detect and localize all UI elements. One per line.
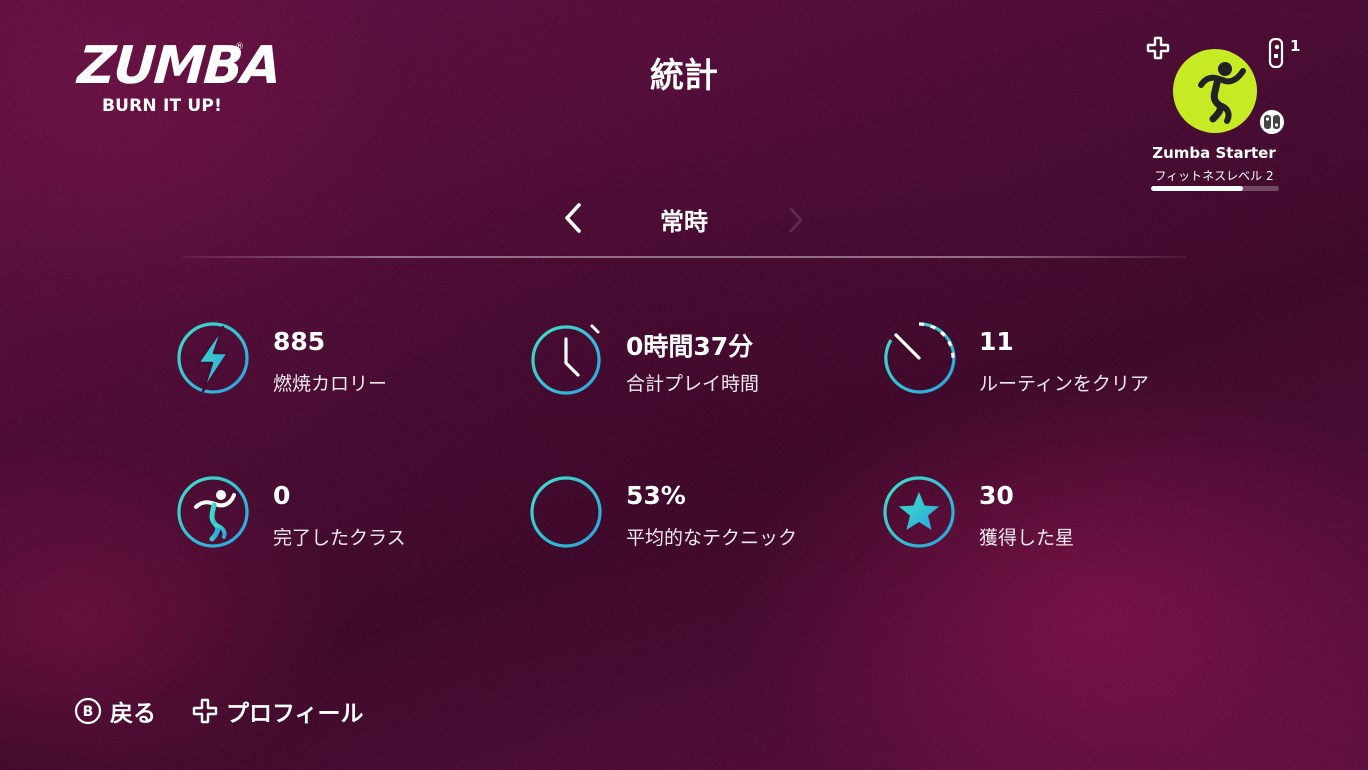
period-label: 常時 <box>660 208 708 236</box>
back-label: 戻る <box>110 701 156 727</box>
profile-name: Zumba Starter <box>1152 144 1276 162</box>
fitness-level: フィットネスレベル 2 <box>1154 169 1274 183</box>
chevron-right-icon[interactable] <box>786 206 806 234</box>
dancer-avatar-icon <box>1198 62 1246 124</box>
level-progress-bar <box>1151 186 1279 191</box>
star-icon <box>883 476 955 548</box>
timer-icon <box>884 322 956 394</box>
stat-label: ルーティンをクリア <box>979 373 1149 395</box>
level-progress-fill <box>1151 186 1244 191</box>
stat-value: 0時間37分 <box>626 332 754 361</box>
stat-label: 完了したクラス <box>273 527 406 549</box>
avatar[interactable] <box>1173 49 1257 133</box>
divider <box>182 256 1186 258</box>
stat-routines-cleared: 11 ルーティンをクリア <box>882 321 1212 401</box>
stat-stars-earned: 30 獲得した星 <box>882 475 1212 555</box>
stat-value: 53% <box>626 481 686 510</box>
stat-label: 平均的なテクニック <box>626 527 798 549</box>
bar-chart-icon <box>530 476 602 548</box>
profile-button[interactable]: プロフィール <box>192 694 364 728</box>
stat-label: 獲得した星 <box>979 527 1075 549</box>
stat-classes-completed: 0 完了したクラス <box>176 475 506 555</box>
stat-value: 885 <box>273 327 326 356</box>
back-button[interactable]: B 戻る <box>74 694 156 728</box>
logo-tagline: BURN IT UP! <box>101 96 223 116</box>
switch-icon <box>1260 110 1284 134</box>
stat-label: 合計プレイ時間 <box>626 373 760 395</box>
joycon-icon <box>1268 38 1284 68</box>
stat-calories: 885 燃焼カロリー <box>176 321 506 401</box>
stat-average-technique: 53% 平均的なテクニック <box>529 475 859 555</box>
profile-label: プロフィール <box>226 701 364 727</box>
stat-value: 30 <box>979 481 1014 510</box>
dancer-icon <box>177 476 249 548</box>
stat-value: 11 <box>979 327 1014 356</box>
b-glyph: B <box>83 704 94 720</box>
stopwatch-icon <box>531 324 601 395</box>
profile-card[interactable]: 1 Zumba Starter フィットネスレベル 2 <box>1146 36 1306 196</box>
lightning-icon <box>177 322 249 394</box>
stat-play-time: 0時間37分 合計プレイ時間 <box>529 321 859 401</box>
plus-icon <box>192 698 218 724</box>
player-number: 1 <box>1290 37 1301 55</box>
plus-icon <box>1146 36 1170 60</box>
stat-value: 0 <box>273 481 291 510</box>
b-button-icon: B <box>74 697 102 725</box>
stat-label: 燃焼カロリー <box>273 373 388 395</box>
